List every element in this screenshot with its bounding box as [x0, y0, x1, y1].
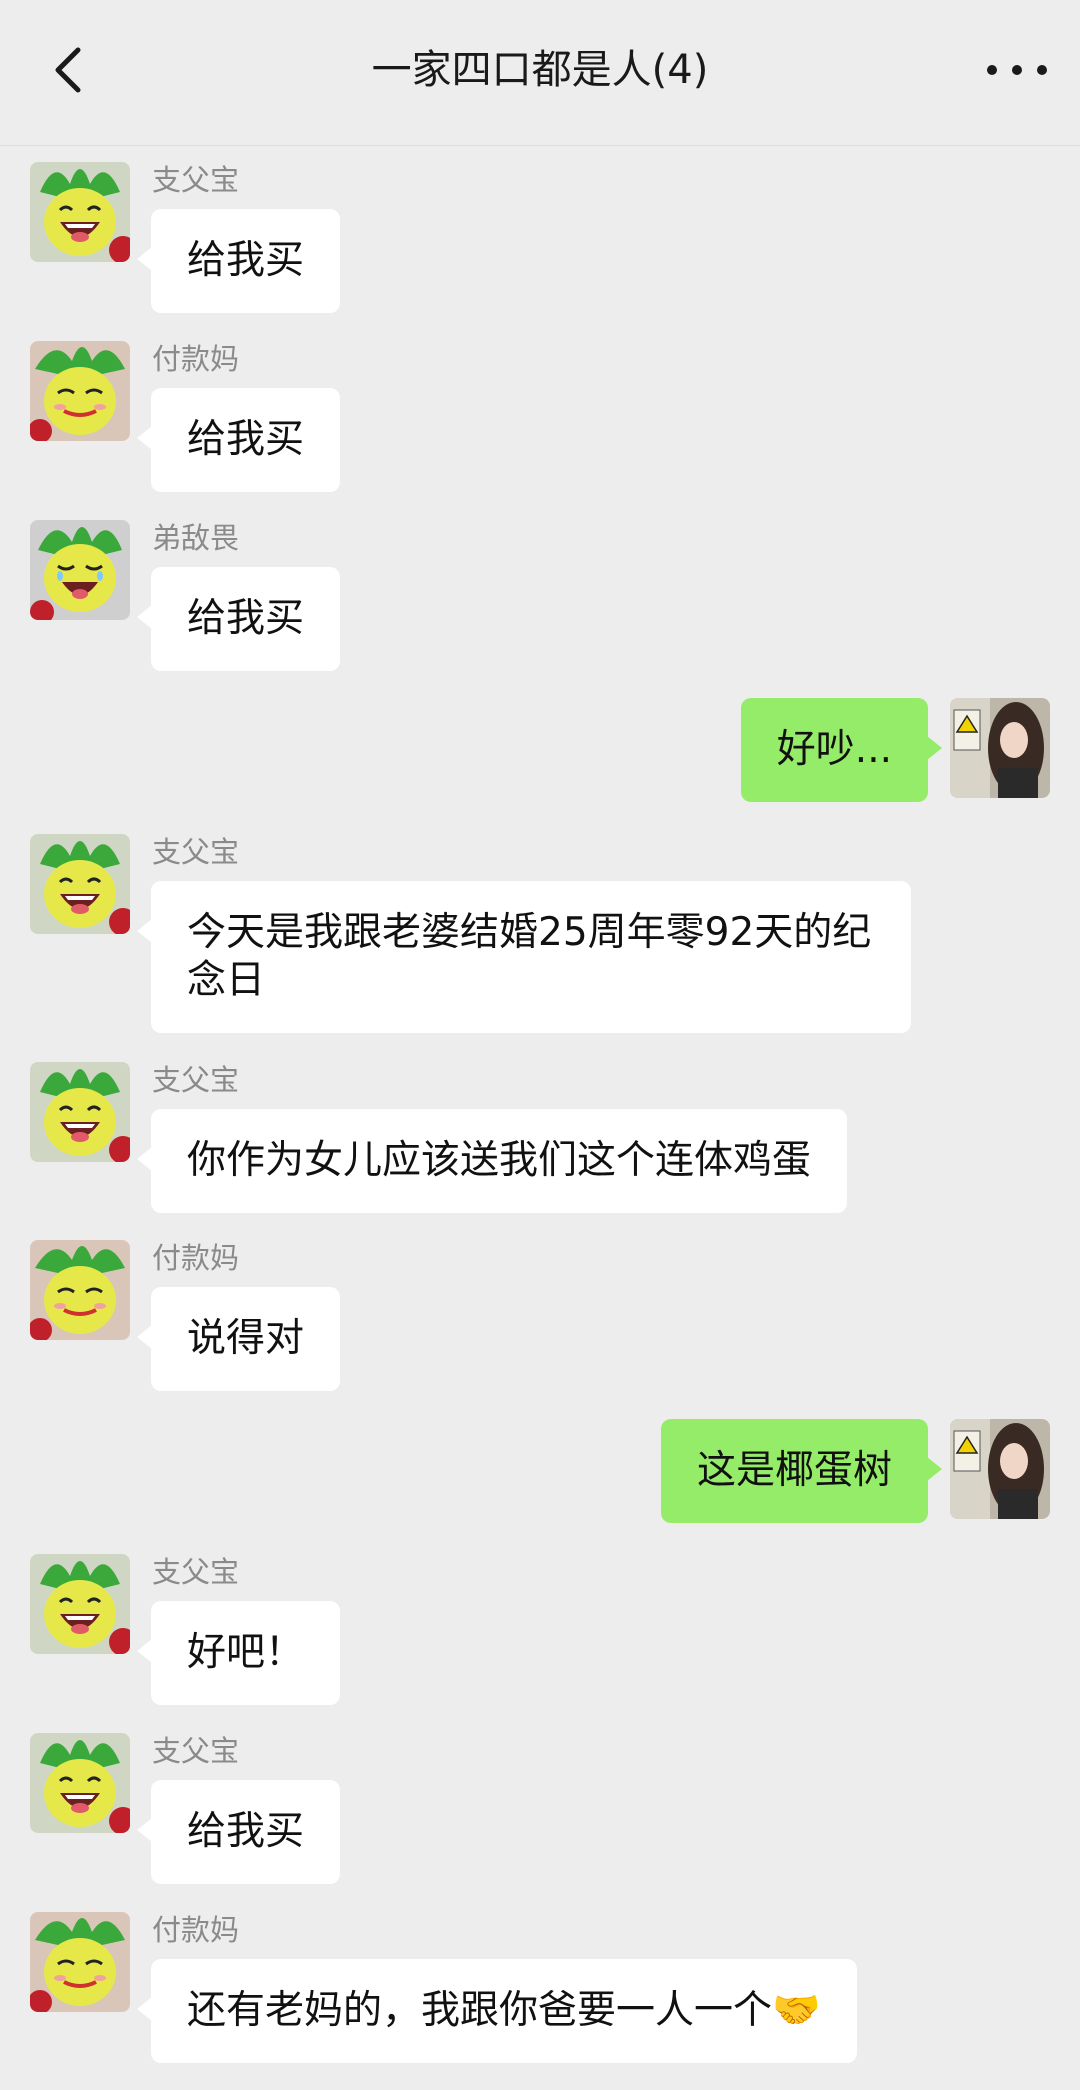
sender-name: 支父宝	[152, 835, 240, 869]
message-bubble[interactable]: 说得对	[136, 1287, 341, 1391]
radish-grin-avatar[interactable]	[30, 162, 130, 262]
radish-smirk-avatar[interactable]	[30, 1912, 130, 2012]
message-bubble[interactable]: 给我买	[136, 388, 341, 492]
chevron-left-icon	[55, 47, 81, 93]
message-bubble[interactable]: 给我买	[136, 567, 341, 671]
sender-name: 付款妈	[152, 1913, 240, 1947]
girl-photo-avatar[interactable]	[950, 1419, 1050, 1519]
message-bubble[interactable]: 好吧！	[136, 1601, 341, 1705]
back-button[interactable]	[40, 40, 100, 100]
more-dots-icon	[987, 65, 1047, 75]
sender-name: 弟敌畏	[152, 521, 240, 555]
chat-header: 一家四口都是人(4)	[0, 0, 1080, 146]
message-bubble[interactable]: 还有老妈的，我跟你爸要一人一个🤝	[137, 1959, 857, 2063]
more-button[interactable]	[982, 40, 1052, 100]
radish-smirk-avatar[interactable]	[30, 1240, 130, 1340]
radish-grin-avatar[interactable]	[30, 1554, 130, 1654]
girl-photo-avatar[interactable]	[950, 698, 1050, 798]
chat-title: 一家四口都是人(4)	[371, 47, 709, 93]
message-bubble[interactable]: 给我买	[136, 209, 341, 313]
radish-smirk-avatar[interactable]	[30, 341, 130, 441]
sender-name: 付款妈	[152, 1241, 240, 1275]
sender-name: 支父宝	[152, 1555, 240, 1589]
message-bubble[interactable]: 好吵...	[740, 698, 943, 802]
message-bubble[interactable]: 今天是我跟老婆结婚25周年零92天的纪念日	[137, 881, 911, 1033]
radish-grin-avatar[interactable]	[30, 834, 130, 934]
chat-message-list[interactable]: 支父宝 给我买 付款妈 给我买 弟敌畏 给我买 好吵... 支父宝 今天是我跟老…	[0, 146, 1080, 2090]
sender-name: 支父宝	[152, 163, 240, 197]
sender-name: 支父宝	[152, 1063, 240, 1097]
radish-tear-avatar[interactable]	[30, 520, 130, 620]
sender-name: 付款妈	[152, 342, 240, 376]
message-bubble[interactable]: 这是椰蛋树	[660, 1419, 943, 1523]
radish-grin-avatar[interactable]	[30, 1733, 130, 1833]
sender-name: 支父宝	[152, 1734, 240, 1768]
message-bubble[interactable]: 给我买	[136, 1780, 341, 1884]
radish-grin-avatar[interactable]	[30, 1062, 130, 1162]
message-bubble[interactable]: 你作为女儿应该送我们这个连体鸡蛋	[136, 1109, 848, 1213]
